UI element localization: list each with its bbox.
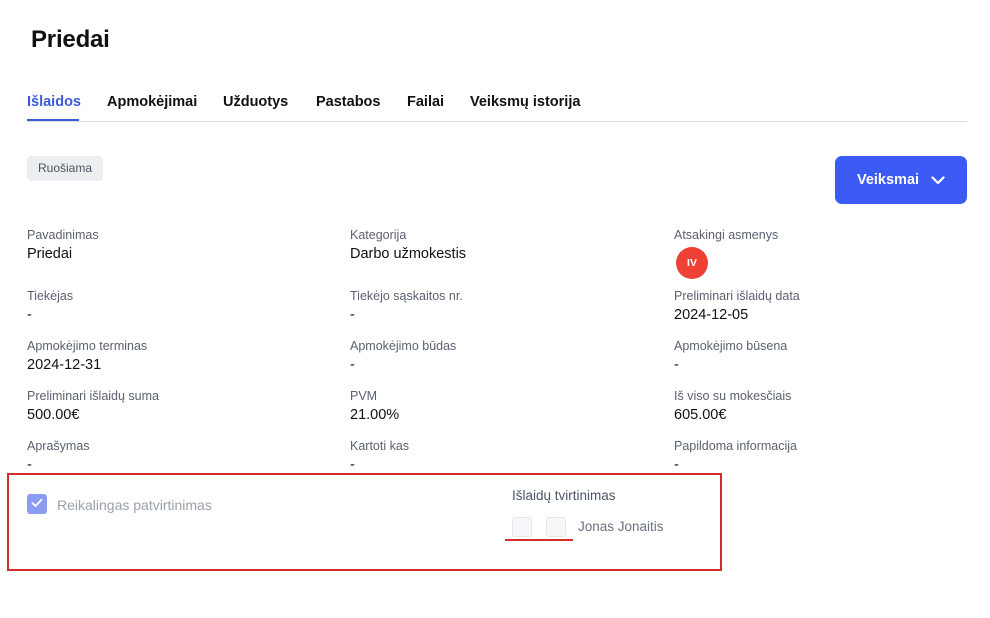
field-label: Apmokėjimo būsena bbox=[674, 339, 788, 353]
approver-avatar-placeholder bbox=[546, 517, 566, 537]
field-value: Priedai bbox=[27, 246, 73, 262]
field-label: Kartoti kas bbox=[350, 439, 410, 453]
active-tab-indicator bbox=[27, 119, 79, 121]
field-payment-method: Apmokėjimo būdas - bbox=[350, 339, 456, 373]
avatar[interactable]: IV bbox=[676, 247, 708, 279]
approval-title: Išlaidų tvirtinimas bbox=[512, 488, 616, 503]
field-label: Apmokėjimo terminas bbox=[27, 339, 148, 353]
field-supplier-invoice: Tiekėjo sąskaitos nr. - bbox=[350, 289, 463, 323]
actions-button-label: Veiksmai bbox=[856, 172, 920, 188]
field-preliminary-amount: Preliminari išlaidų suma 500.00€ bbox=[27, 389, 159, 423]
field-label: Apmokėjimo būdas bbox=[350, 339, 457, 353]
tab-bar: Išlaidos Apmokėjimai Užduotys Pastabos F… bbox=[27, 90, 967, 122]
field-description: Aprašymas - bbox=[27, 439, 90, 473]
field-value: 21.00% bbox=[350, 407, 400, 423]
field-value: 2024-12-31 bbox=[27, 357, 102, 373]
page-title: Priedai bbox=[31, 26, 110, 53]
actions-button[interactable]: Veiksmai bbox=[835, 156, 967, 204]
approver-checkbox[interactable] bbox=[512, 517, 532, 537]
field-label: Tiekėjo sąskaitos nr. bbox=[350, 289, 463, 303]
field-value: - bbox=[674, 357, 679, 373]
field-value: 500.00€ bbox=[27, 407, 80, 423]
field-value: - bbox=[27, 307, 32, 323]
field-category: Kategorija Darbo užmokestis bbox=[350, 228, 466, 262]
field-label: Papildoma informacija bbox=[674, 439, 797, 453]
field-label: Tiekėjas bbox=[27, 289, 74, 303]
field-value: - bbox=[350, 307, 355, 323]
field-value: - bbox=[350, 357, 355, 373]
tab-islaidos[interactable]: Išlaidos bbox=[27, 94, 81, 110]
tab-apmokejimai[interactable]: Apmokėjimai bbox=[107, 94, 197, 110]
tab-pastabos[interactable]: Pastabos bbox=[316, 94, 380, 110]
approval-required-checkbox[interactable] bbox=[27, 494, 47, 514]
field-repeat: Kartoti kas - bbox=[350, 439, 409, 473]
field-label: PVM bbox=[350, 389, 378, 403]
field-value: 605.00€ bbox=[674, 407, 727, 423]
field-label: Preliminari išlaidų suma bbox=[27, 389, 159, 403]
field-additional-info: Papildoma informacija - bbox=[674, 439, 797, 473]
field-vat: PVM 21.00% bbox=[350, 389, 399, 423]
status-badge: Ruošiama bbox=[27, 156, 104, 181]
field-total-with-tax: Iš viso su mokesčiais 605.00€ bbox=[674, 389, 791, 423]
field-value: - bbox=[674, 457, 679, 473]
checkmark-icon bbox=[31, 495, 43, 513]
tab-uzduotys[interactable]: Užduotys bbox=[223, 94, 288, 110]
field-name: Pavadinimas Priedai bbox=[27, 228, 99, 262]
field-payment-status: Apmokėjimo būsena - bbox=[674, 339, 787, 373]
field-label: Iš viso su mokesčiais bbox=[674, 389, 792, 403]
field-label: Pavadinimas bbox=[27, 228, 99, 242]
field-value: 2024-12-05 bbox=[674, 307, 749, 323]
field-responsible: Atsakingi asmenys bbox=[674, 228, 778, 242]
field-label: Kategorija bbox=[350, 228, 407, 242]
tab-failai[interactable]: Failai bbox=[407, 94, 444, 110]
field-value: Darbo užmokestis bbox=[350, 246, 467, 262]
chevron-down-icon bbox=[931, 175, 945, 185]
approver-name: Jonas Jonaitis bbox=[578, 519, 664, 534]
field-value: - bbox=[27, 457, 32, 473]
field-value: - bbox=[350, 457, 355, 473]
field-label: Aprašymas bbox=[27, 439, 90, 453]
field-preliminary-date: Preliminari išlaidų data 2024-12-05 bbox=[674, 289, 800, 323]
field-label: Atsakingi asmenys bbox=[674, 228, 779, 242]
field-payment-term: Apmokėjimo terminas 2024-12-31 bbox=[27, 339, 147, 373]
tab-veiksmu-istorija[interactable]: Veiksmų istorija bbox=[470, 94, 580, 110]
approval-required-label: Reikalingas patvirtinimas bbox=[57, 497, 212, 513]
field-label: Preliminari išlaidų data bbox=[674, 289, 800, 303]
approver-highlight-underline bbox=[505, 539, 573, 541]
field-supplier: Tiekėjas - bbox=[27, 289, 73, 323]
